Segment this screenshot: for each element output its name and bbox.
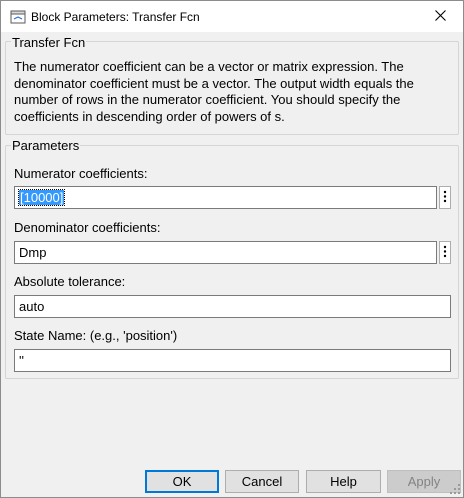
help-button[interactable]: Help — [306, 470, 381, 493]
tolerance-label: Absolute tolerance: — [14, 274, 126, 289]
denominator-field[interactable]: Dmp — [14, 241, 437, 264]
close-button[interactable] — [417, 1, 463, 32]
denominator-label: Denominator coefficients: — [14, 220, 161, 235]
window-title: Block Parameters: Transfer Fcn — [31, 10, 200, 24]
state-name-label: State Name: (e.g., 'position') — [14, 328, 178, 343]
resize-grip-icon[interactable] — [449, 483, 461, 495]
numerator-value: [10000] — [17, 189, 66, 206]
vertical-ellipsis-icon — [443, 245, 447, 261]
denominator-value: Dmp — [19, 245, 47, 260]
state-name-field[interactable]: '' — [14, 349, 451, 372]
description-group-label: Transfer Fcn — [11, 35, 87, 51]
denominator-more-button[interactable] — [439, 241, 451, 264]
vertical-ellipsis-icon — [443, 190, 447, 206]
numerator-field[interactable]: [10000] — [14, 186, 437, 209]
parameters-group-label: Parameters — [11, 138, 81, 154]
simulink-block-icon — [10, 9, 26, 25]
numerator-more-button[interactable] — [439, 186, 451, 209]
close-icon — [434, 9, 446, 24]
cancel-button[interactable]: Cancel — [225, 470, 299, 493]
numerator-label: Numerator coefficients: — [14, 166, 148, 181]
ok-button[interactable]: OK — [145, 470, 219, 493]
block-description: The numerator coefficient can be a vecto… — [14, 59, 414, 124]
title-bar[interactable]: Block Parameters: Transfer Fcn — [1, 1, 463, 32]
state-name-value: '' — [19, 353, 24, 368]
tolerance-value: auto — [19, 299, 45, 314]
block-parameters-dialog: Block Parameters: Transfer Fcn Transfer … — [0, 0, 464, 498]
tolerance-field[interactable]: auto — [14, 295, 451, 318]
